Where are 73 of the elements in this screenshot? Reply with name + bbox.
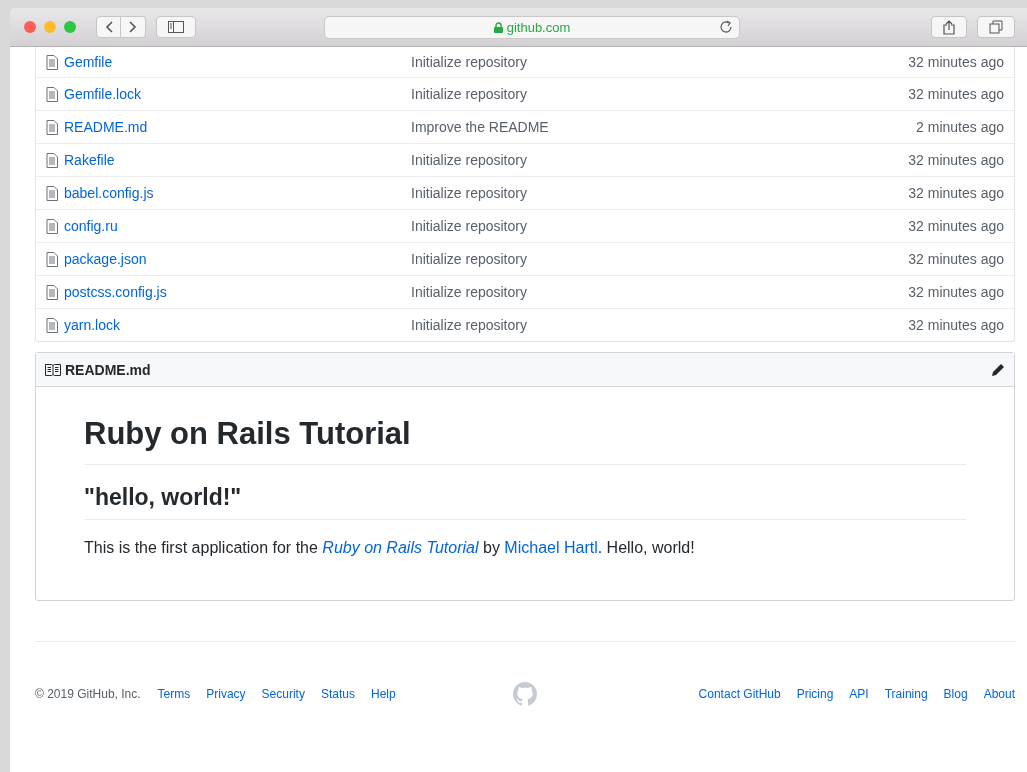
zoom-button[interactable]: [64, 21, 76, 33]
file-icon: [46, 251, 58, 267]
reload-icon[interactable]: [719, 19, 733, 34]
commit-message[interactable]: Initialize repository: [411, 86, 909, 102]
commit-message[interactable]: Initialize repository: [411, 152, 909, 168]
chevron-right-icon: [129, 21, 137, 33]
share-button[interactable]: [931, 16, 967, 38]
footer-link[interactable]: About: [983, 686, 1015, 701]
tabs-button[interactable]: [977, 16, 1015, 38]
copyright: © 2019 GitHub, Inc.: [35, 686, 141, 701]
commit-message[interactable]: Initialize repository: [411, 317, 909, 333]
octocat-icon[interactable]: [513, 681, 537, 706]
file-link[interactable]: babel.config.js: [64, 185, 154, 201]
readme-title: Ruby on Rails Tutorial: [84, 415, 966, 465]
sidebar-button[interactable]: [156, 16, 196, 38]
file-link[interactable]: postcss.config.js: [64, 284, 167, 300]
file-link[interactable]: README.md: [64, 119, 148, 135]
file-icon: [46, 284, 58, 300]
commit-age: 32 minutes ago: [908, 218, 1004, 234]
footer-link[interactable]: Contact GitHub: [698, 686, 781, 701]
commit-message[interactable]: Initialize repository: [411, 284, 909, 300]
file-link[interactable]: package.json: [64, 251, 147, 267]
link[interactable]: Michael Hartl: [504, 538, 598, 556]
forward-button[interactable]: [121, 16, 146, 38]
footer-link[interactable]: Privacy: [206, 686, 246, 701]
commit-age: 32 minutes ago: [908, 185, 1004, 201]
commit-age: 32 minutes ago: [908, 251, 1004, 267]
file-icon: [46, 54, 58, 70]
footer-link[interactable]: Help: [370, 686, 396, 701]
commit-age: 32 minutes ago: [908, 284, 1004, 300]
close-button[interactable]: [24, 21, 36, 33]
commit-message[interactable]: Initialize repository: [411, 54, 909, 70]
file-link[interactable]: config.ru: [64, 218, 118, 234]
commit-age: 32 minutes ago: [908, 152, 1004, 168]
file-icon: [46, 119, 58, 135]
file-icon: [46, 152, 58, 168]
footer-link[interactable]: Status: [320, 686, 355, 701]
commit-message[interactable]: Initialize repository: [411, 218, 909, 234]
file-icon: [46, 185, 58, 201]
footer-link[interactable]: Pricing: [796, 686, 834, 701]
file-icon: [46, 218, 58, 234]
commit-message[interactable]: Improve the README: [411, 119, 917, 135]
file-link[interactable]: Gemfile: [64, 54, 113, 70]
footer-link[interactable]: Training: [884, 686, 928, 701]
chevron-left-icon: [104, 21, 113, 33]
commit-message[interactable]: Initialize repository: [411, 185, 909, 201]
sidebar-icon: [168, 21, 184, 33]
back-button[interactable]: [96, 16, 121, 38]
commit-message[interactable]: Initialize repository: [411, 251, 909, 267]
commit-age: 2 minutes ago: [916, 119, 1004, 135]
lock-icon: [493, 21, 503, 33]
address-bar[interactable]: github.com: [324, 15, 740, 39]
file-link[interactable]: Gemfile.lock: [64, 86, 142, 102]
tabs-icon: [989, 20, 1003, 34]
book-icon: [45, 363, 61, 376]
link[interactable]: Ruby on Rails Tutorial: [322, 538, 479, 556]
file-icon: [46, 86, 58, 102]
share-icon: [943, 19, 955, 35]
readme-subtitle: "hello, world!": [84, 482, 966, 520]
readme-paragraph: This is the first application for the Ruby on Rails Tutorial by Michael Hartl. Hello, world!: [84, 537, 696, 558]
readme-filename: README.md: [65, 361, 152, 378]
footer-link[interactable]: Security: [261, 686, 305, 701]
url-text: github.com: [506, 19, 571, 35]
footer-link[interactable]: Blog: [943, 686, 968, 701]
commit-age: 32 minutes ago: [908, 86, 1004, 102]
commit-age: 32 minutes ago: [908, 54, 1004, 70]
file-link[interactable]: Rakefile: [64, 152, 115, 168]
footer-link[interactable]: API: [849, 686, 869, 701]
file-link[interactable]: yarn.lock: [64, 317, 121, 333]
commit-age: 32 minutes ago: [908, 317, 1004, 333]
footer-link[interactable]: Terms: [157, 686, 191, 701]
file-icon: [46, 317, 58, 333]
edit-icon[interactable]: [990, 361, 1006, 378]
